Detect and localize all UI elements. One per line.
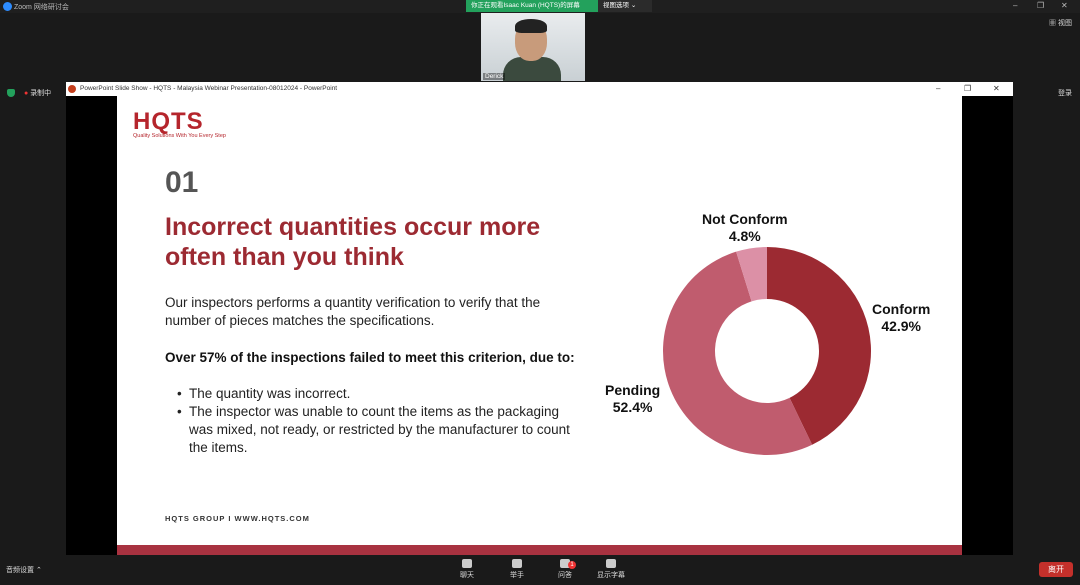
view-button[interactable]: ▦ 视图	[1049, 18, 1072, 28]
slide-number: 01	[165, 166, 199, 199]
powerpoint-window-title: PowerPoint Slide Show - HQTS - Malaysia …	[80, 85, 338, 92]
screen-share-banner: 你正在观看Isaac Kuan (HQTS)的屏幕 视图选项 ⌄	[466, 0, 652, 12]
audio-settings-label: 音频设置	[6, 567, 34, 574]
hqts-logo: HQTS	[133, 108, 204, 135]
shield-icon[interactable]	[7, 89, 15, 97]
slide-bold-statement: Over 57% of the inspections failed to me…	[165, 350, 575, 365]
chevron-down-icon: ⌄	[630, 2, 637, 9]
minimize-icon[interactable]: –	[1013, 1, 1017, 10]
slide-paragraph: Our inspectors performs a quantity verif…	[165, 295, 541, 328]
qa-button[interactable]: 问答 1	[548, 559, 582, 580]
slide: HQTS Quality Solutions With You Every St…	[117, 96, 962, 555]
view-options-button[interactable]: 视图选项 ⌄	[598, 0, 652, 12]
hand-icon	[512, 559, 522, 568]
app-title: Zoom 网络研讨会	[14, 4, 69, 11]
donut-chart	[663, 247, 871, 455]
slide-heading: Incorrect quantities occur more often th…	[165, 212, 595, 272]
reasons-list: The quantity was incorrect. The inspecto…	[177, 385, 577, 457]
logo-tagline: Quality Solutions With You Every Step	[133, 133, 226, 139]
close-icon[interactable]: ✕	[1061, 1, 1068, 10]
record-dot-icon: ●	[24, 90, 29, 97]
heading-line-2: often than you think	[165, 243, 404, 271]
list-item: The inspector was unable to count the it…	[177, 403, 577, 457]
view-options-label: 视图选项	[603, 2, 629, 9]
participant-name: Derick	[483, 73, 506, 80]
audio-settings-button[interactable]: 音频设置 ⌃	[6, 565, 42, 575]
powerpoint-icon	[68, 85, 76, 93]
chevron-up-icon: ⌃	[35, 567, 42, 574]
viewing-status: 你正在观看Isaac Kuan (HQTS)的屏幕	[466, 0, 598, 12]
zoom-title-bar: Zoom 网络研讨会 你正在观看Isaac Kuan (HQTS)的屏幕 视图选…	[0, 0, 1080, 13]
heading-line-1: Incorrect quantities occur more	[165, 213, 541, 241]
powerpoint-title-bar: PowerPoint Slide Show - HQTS - Malaysia …	[66, 82, 1013, 96]
leave-button[interactable]: 离开	[1039, 562, 1073, 577]
participant-video[interactable]: Derick	[481, 13, 585, 81]
label-not-conform-value: 4.8%	[728, 228, 761, 244]
label-pending-value: 52.4%	[612, 399, 653, 415]
qa-label: 问答	[558, 572, 572, 579]
captions-button[interactable]: 显示字幕	[592, 559, 630, 580]
label-not-conform-name: Not Conform	[702, 211, 788, 227]
label-conform-name: Conform	[872, 301, 931, 317]
qa-badge: 1	[568, 561, 576, 569]
restore-icon[interactable]: ❐	[964, 82, 971, 96]
zoom-logo-icon	[3, 2, 12, 11]
view-button-label: 视图	[1058, 20, 1072, 27]
raise-hand-label: 举手	[510, 572, 524, 579]
label-conform-value: 42.9%	[881, 318, 922, 334]
raise-hand-button[interactable]: 举手	[500, 559, 534, 580]
cc-icon	[606, 559, 616, 568]
captions-label: 显示字幕	[597, 572, 625, 579]
slide-footer: HQTS GROUP I WWW.HQTS.COM	[165, 514, 310, 523]
chat-icon	[462, 559, 472, 568]
zoom-toolbar: 音频设置 ⌃ 聊天 举手 问答 1 显示字幕	[0, 555, 1080, 585]
recording-label: 录制中	[30, 90, 52, 97]
chat-button[interactable]: 聊天	[450, 559, 484, 580]
list-item: The quantity was incorrect.	[177, 385, 577, 403]
label-pending: Pending 52.4%	[605, 382, 660, 416]
recording-indicator[interactable]: ● 录制中	[24, 88, 51, 98]
participant-hair	[515, 19, 547, 33]
login-button[interactable]: 登录	[1058, 88, 1072, 98]
slide-bottom-bar	[117, 545, 962, 555]
restore-icon[interactable]: ❐	[1037, 1, 1044, 10]
grid-icon: ▦	[1049, 20, 1057, 27]
label-not-conform: Not Conform 4.8%	[702, 211, 788, 245]
label-conform: Conform 42.9%	[872, 301, 930, 335]
label-pending-name: Pending	[605, 382, 661, 398]
chat-label: 聊天	[460, 572, 474, 579]
close-icon[interactable]: ✕	[993, 82, 1000, 96]
minimize-icon[interactable]: –	[936, 82, 940, 96]
